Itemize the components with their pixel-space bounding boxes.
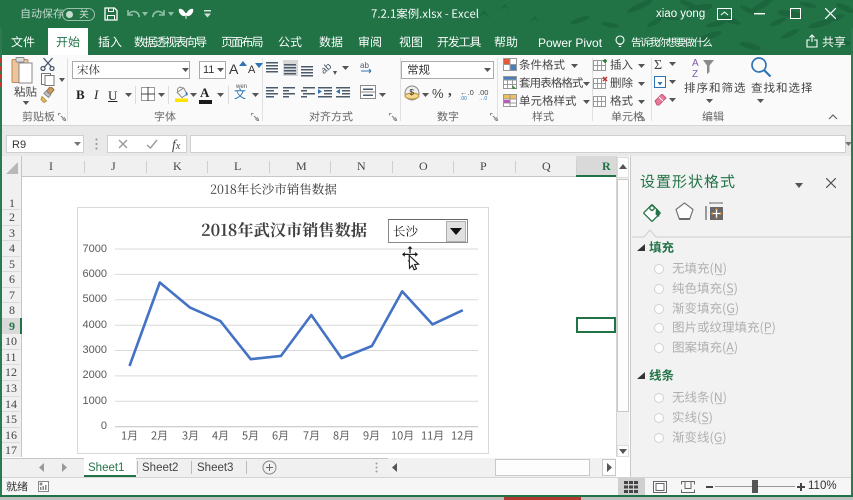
svg-text:ab: ab bbox=[360, 61, 369, 70]
svg-text:Z: Z bbox=[692, 69, 698, 78]
svg-text:ab: ab bbox=[322, 61, 334, 75]
svg-text:Σ: Σ bbox=[654, 58, 662, 70]
svg-text:$: $ bbox=[410, 88, 415, 97]
svg-text:→.0: →.0 bbox=[478, 96, 487, 100]
svg-text:.00: .00 bbox=[460, 96, 467, 100]
svg-text:A: A bbox=[692, 58, 699, 69]
